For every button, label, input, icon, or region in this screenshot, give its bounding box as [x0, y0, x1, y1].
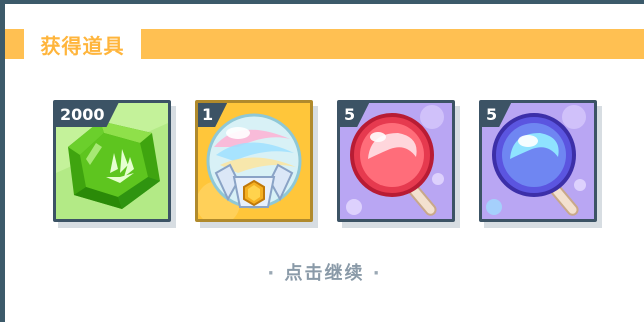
- reward-item-red-lollipop[interactable]: 5: [337, 100, 460, 228]
- continue-label: 点击继续: [284, 263, 365, 284]
- item-frame: 2000: [53, 100, 171, 222]
- hint-dot-left: ·: [267, 263, 277, 284]
- reward-item-blue-lollipop[interactable]: 5: [479, 100, 602, 228]
- reward-item-orb[interactable]: 1: [195, 100, 318, 228]
- hint-dot-right: ·: [372, 263, 382, 284]
- tap-to-continue[interactable]: · 点击继续 ·: [5, 259, 644, 285]
- title-accent-bar: [8, 36, 20, 58]
- dialog-title: 获得道具: [40, 34, 125, 58]
- reward-dialog[interactable]: 获得道具 2000 1 5 5 · 点击继续 ·: [5, 4, 644, 322]
- item-frame: 1: [195, 100, 313, 222]
- reward-item-gem[interactable]: 2000: [53, 100, 176, 228]
- item-frame: 5: [337, 100, 455, 222]
- item-frame: 5: [479, 100, 597, 222]
